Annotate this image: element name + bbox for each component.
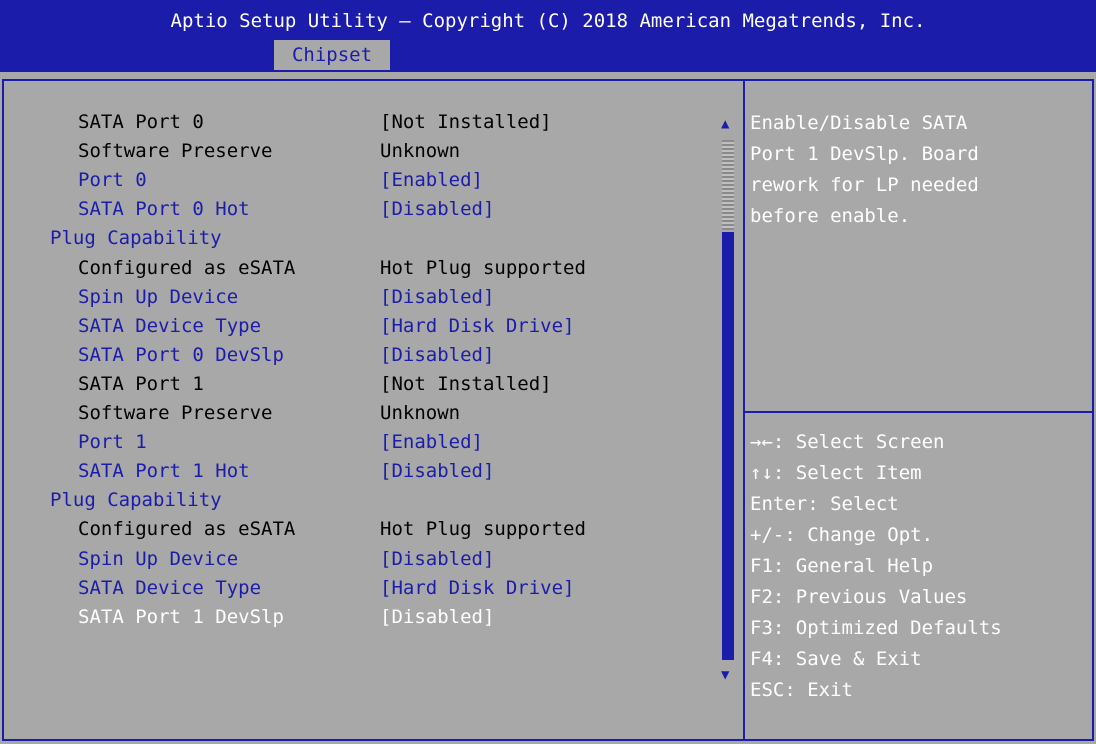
- setting-row: SATA Port 1 [Not Installed]: [0, 370, 700, 399]
- setting-value[interactable]: [Disabled]: [380, 457, 494, 486]
- setting-value[interactable]: [Disabled]: [380, 283, 494, 312]
- setting-row: Software Preserve Unknown: [0, 399, 700, 428]
- setting-label: Configured as eSATA: [78, 256, 296, 279]
- setting-value: Unknown: [380, 402, 461, 424]
- setting-label: Software Preserve: [78, 140, 273, 163]
- key-legend: →←: Select Screen ↑↓: Select Item Enter: S…: [750, 427, 1002, 706]
- help-divider: [745, 411, 1094, 413]
- setting-row[interactable]: Plug Capability: [0, 224, 700, 253]
- setting-row[interactable]: SATA Port 0 DevSlp [Disabled]: [0, 341, 700, 370]
- setting-label: SATA Port 0 DevSlp: [78, 343, 284, 366]
- setting-label: SATA Port 0: [78, 111, 204, 133]
- setting-label: SATA Port 0 Hot: [78, 198, 250, 221]
- setting-row[interactable]: Spin Up Device [Disabled]: [0, 283, 700, 312]
- setting-value[interactable]: [Disabled]: [380, 603, 494, 632]
- setting-row: Configured as eSATA Hot Plug supported: [0, 515, 700, 544]
- setting-row[interactable]: Port 1 [Enabled]: [0, 428, 700, 457]
- key-hint: F2: Previous Values: [750, 586, 968, 608]
- app-title: Aptio Setup Utility – Copyright (C) 2018…: [170, 10, 926, 32]
- setting-value: Unknown: [380, 140, 461, 163]
- scrollbar-thumb[interactable]: [722, 232, 734, 660]
- key-hint: F4: Save & Exit: [750, 648, 922, 670]
- setting-label: Port 1: [78, 431, 147, 454]
- setting-label: Port 0: [78, 169, 147, 192]
- setting-value[interactable]: [Hard Disk Drive]: [380, 312, 574, 341]
- key-hint: +/-: Change Opt.: [750, 524, 934, 546]
- key-hint: ↑↓: Select Item: [750, 462, 922, 484]
- setting-row[interactable]: Port 0 [Enabled]: [0, 166, 700, 195]
- key-hint: F1: General Help: [750, 555, 934, 577]
- scroll-down-icon[interactable]: ▼: [721, 667, 729, 683]
- setting-value[interactable]: [Disabled]: [380, 195, 494, 224]
- setting-value[interactable]: [Disabled]: [380, 545, 494, 574]
- setting-row[interactable]: SATA Port 0 Hot [Disabled]: [0, 195, 700, 224]
- setting-value: [Not Installed]: [380, 111, 552, 133]
- setting-row: Software Preserve Unknown: [0, 137, 700, 166]
- setting-row[interactable]: Plug Capability: [0, 486, 700, 515]
- setting-row[interactable]: SATA Device Type [Hard Disk Drive]: [0, 574, 700, 603]
- setting-row: SATA Port 0 [Not Installed]: [0, 108, 700, 137]
- setting-row[interactable]: SATA Port 1 DevSlp [Disabled]: [0, 603, 700, 632]
- setting-row[interactable]: SATA Device Type [Hard Disk Drive]: [0, 312, 700, 341]
- setting-value: Hot Plug supported: [380, 518, 586, 541]
- setting-value: [Not Installed]: [380, 372, 552, 395]
- scroll-up-icon[interactable]: ▲: [721, 116, 729, 132]
- setting-label: Configured as eSATA: [78, 518, 296, 541]
- key-hint: ESC: Exit: [750, 679, 853, 701]
- setting-label: SATA Device Type: [78, 314, 262, 337]
- key-hint: F3: Optimized Defaults: [750, 617, 1002, 639]
- setting-label: SATA Port 1: [78, 372, 204, 395]
- key-hint: →←: Select Screen: [750, 431, 945, 453]
- setting-label: Plug Capability: [50, 227, 222, 250]
- setting-row: Configured as eSATA Hot Plug supported: [0, 254, 700, 283]
- setting-label: Spin Up Device: [78, 285, 239, 308]
- setting-label: Plug Capability: [50, 489, 222, 512]
- tab-chipset[interactable]: Chipset: [274, 40, 390, 70]
- setting-value: Hot Plug supported: [380, 256, 586, 279]
- setting-label: SATA Device Type: [78, 576, 262, 599]
- setting-label: SATA Port 1 DevSlp: [78, 605, 284, 628]
- setting-value[interactable]: [Hard Disk Drive]: [380, 574, 574, 603]
- setting-value[interactable]: [Enabled]: [380, 428, 483, 457]
- setting-label: Spin Up Device: [78, 547, 239, 570]
- setting-label: SATA Port 1 Hot: [78, 460, 250, 483]
- setting-value[interactable]: [Disabled]: [380, 341, 494, 370]
- key-hint: Enter: Select: [750, 493, 899, 515]
- setting-row[interactable]: SATA Port 1 Hot [Disabled]: [0, 457, 700, 486]
- title-bar: Aptio Setup Utility – Copyright (C) 2018…: [0, 0, 1096, 72]
- scrollbar-track[interactable]: [722, 140, 734, 230]
- setting-row[interactable]: Spin Up Device [Disabled]: [0, 545, 700, 574]
- help-text: Enable/Disable SATA Port 1 DevSlp. Board…: [750, 112, 979, 227]
- setting-value[interactable]: [Enabled]: [380, 166, 483, 195]
- setting-label: Software Preserve: [78, 402, 273, 424]
- vertical-divider: [743, 79, 745, 741]
